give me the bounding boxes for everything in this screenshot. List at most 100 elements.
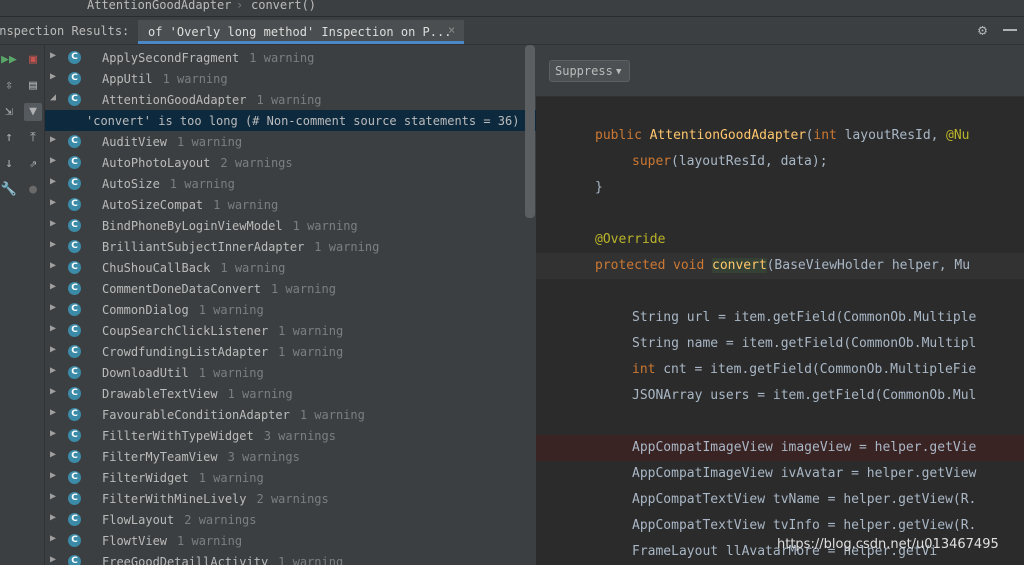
tree-row[interactable]: ▶ C FlowLayout 2 warnings (45, 509, 536, 530)
tree-row[interactable]: ◢ C AttentionGoodAdapter 1 warning (45, 89, 536, 110)
chevron-right-icon[interactable]: ▶ (50, 344, 56, 355)
code-line: public AttentionGoodAdapter(int layoutRe… (536, 123, 1024, 149)
warning-count: 1 warning (278, 324, 344, 338)
chevron-right-icon[interactable]: ▶ (50, 365, 56, 376)
problem-preview-panel: Suppress ▼ public AttentionGoodAdapter(i… (536, 45, 1024, 565)
chevron-right-icon[interactable]: ▶ (50, 491, 56, 502)
tree-row[interactable]: ▶ C CommonDialog 1 warning (45, 299, 536, 320)
tree-item-label: FlowLayout 2 warnings (102, 513, 257, 527)
chevron-right-icon[interactable]: ▶ (50, 428, 56, 439)
chevron-right-icon[interactable]: ▶ (50, 302, 56, 313)
tree-item-label: CoupSearchClickListener 1 warning (102, 324, 343, 338)
filter-icon[interactable]: ▼ (24, 103, 42, 121)
class-icon: C (68, 429, 81, 442)
tree-row[interactable]: ▶ C BindPhoneByLoginViewModel 1 warning (45, 215, 536, 236)
code-editor[interactable]: public AttentionGoodAdapter(int layoutRe… (536, 97, 1024, 565)
lightbulb-icon[interactable]: ● (24, 181, 42, 199)
tree-row[interactable]: ▶ C FavourableConditionAdapter 1 warning (45, 404, 536, 425)
rerun-icon[interactable]: ▶▶ (0, 51, 18, 69)
minimize-icon[interactable] (1003, 29, 1017, 31)
tree-item-label: FreeGoodDetaillActivity 1 warning (102, 555, 343, 565)
tree-item-label: AutoSize 1 warning (102, 177, 235, 191)
class-name: FreeGoodDetaillActivity (102, 555, 269, 565)
toolwindow-title: Inspection Results: (0, 24, 130, 38)
tree-item-label: FilterWithMineLively 2 warnings (102, 492, 329, 506)
chevron-right-icon[interactable]: ▶ (50, 512, 56, 523)
tree-row[interactable]: ▶ C AuditView 1 warning (45, 131, 536, 152)
code-line: AppCompatImageView imageView = helper.ge… (536, 435, 1024, 461)
class-name: AppUtil (102, 72, 153, 86)
tree-row[interactable]: ▶ C FilterWithMineLively 2 warnings (45, 488, 536, 509)
chevron-down-icon[interactable]: ◢ (50, 92, 56, 103)
tree-scrollbar[interactable] (525, 45, 535, 218)
collapse-all-icon[interactable]: ⇲ (0, 103, 18, 121)
tab-inspection-results[interactable]: of 'Overly long method' Inspection on P.… (138, 20, 464, 44)
code-line: AppCompatTextView tvName = helper.getVie… (536, 487, 1024, 513)
chevron-right-icon[interactable]: ▶ (50, 386, 56, 397)
chevron-right-icon[interactable]: ▶ (50, 260, 56, 271)
stop-export-icon[interactable]: ▣ (24, 51, 42, 69)
tree-row[interactable]: ▶ C AutoPhotoLayout 2 warnings (45, 152, 536, 173)
tree-row[interactable]: ▶ C CommentDoneDataConvert 1 warning (45, 278, 536, 299)
chevron-right-icon[interactable]: ▶ (50, 71, 56, 82)
tree-item-label: AppUtil 1 warning (102, 72, 228, 86)
tree-row[interactable]: ▶ C BrilliantSubjectInnerAdapter 1 warning (45, 236, 536, 257)
chevron-down-icon: ▼ (616, 67, 622, 77)
chevron-right-icon[interactable]: ▶ (50, 554, 56, 565)
tree-item-label: AuditView 1 warning (102, 135, 242, 149)
class-name: DrawableTextView (102, 387, 218, 401)
tree-row[interactable]: ▶ C CoupSearchClickListener 1 warning (45, 320, 536, 341)
chevron-right-icon[interactable]: ▶ (50, 155, 56, 166)
breadcrumb-item-class[interactable]: AttentionGoodAdapter (87, 0, 232, 11)
warning-count: 1 warning (198, 366, 264, 380)
tree-row[interactable]: ▶ C ChuShouCallBack 1 warning (45, 257, 536, 278)
breadcrumb-item-method[interactable]: convert() (251, 0, 316, 11)
class-name: FlowtView (102, 534, 168, 548)
chevron-right-icon[interactable]: ▶ (50, 218, 56, 229)
tree-row[interactable]: ▶ C ApplySecondFragment 1 warning (45, 47, 536, 68)
tree-row[interactable]: ▶ C CrowdfundingListAdapter 1 warning (45, 341, 536, 362)
tree-item-label: BrilliantSubjectInnerAdapter 1 warning (102, 240, 379, 254)
tree-row[interactable]: ▶ C AppUtil 1 warning (45, 68, 536, 89)
chevron-right-icon[interactable]: ▶ (50, 239, 56, 250)
chevron-right-icon[interactable]: ▶ (50, 407, 56, 418)
class-name: DownloadUtil (102, 366, 189, 380)
gear-icon[interactable]: ⚙ (978, 22, 994, 38)
tree-row-problem[interactable]: 'convert' is too long (# Non-comment sou… (45, 110, 536, 131)
tree-row[interactable]: ▶ C FilterWidget 1 warning (45, 467, 536, 488)
chevron-right-icon[interactable]: ▶ (50, 533, 56, 544)
chevron-right-icon[interactable]: ▶ (50, 281, 56, 292)
tree-row[interactable]: ▶ C DownloadUtil 1 warning (45, 362, 536, 383)
next-problem-icon[interactable]: ↓ (0, 155, 18, 173)
chevron-right-icon[interactable]: ▶ (50, 323, 56, 334)
code-token: String name = item.getField(CommonOb.Mul… (632, 336, 977, 351)
warning-count: 3 warnings (227, 450, 300, 464)
wrench-icon[interactable]: 🔧 (0, 181, 18, 199)
chevron-right-icon[interactable]: ▶ (50, 197, 56, 208)
tree-row[interactable]: ▶ C FreeGoodDetaillActivity 1 warning (45, 551, 536, 565)
autoscroll-to-source-icon[interactable]: ⤒ (24, 129, 42, 147)
group-by-icon[interactable]: ▤ (24, 77, 42, 95)
chevron-right-icon[interactable]: ▶ (50, 176, 56, 187)
tree-item-label: ChuShouCallBack 1 warning (102, 261, 285, 275)
suppress-dropdown[interactable]: Suppress ▼ (549, 60, 630, 82)
chevron-right-icon[interactable]: ▶ (50, 449, 56, 460)
export-icon[interactable]: ⇗ (24, 155, 42, 173)
code-token: (layoutResId, data); (671, 154, 828, 169)
chevron-right-icon[interactable]: ▶ (50, 50, 56, 61)
close-icon[interactable]: × (448, 23, 455, 37)
warning-count: 1 warning (177, 135, 243, 149)
tree-row[interactable]: ▶ C AutoSizeCompat 1 warning (45, 194, 536, 215)
chevron-right-icon[interactable]: ▶ (50, 470, 56, 481)
tree-row[interactable]: ▶ C AutoSize 1 warning (45, 173, 536, 194)
warning-count: 1 warning (227, 387, 293, 401)
tree-row[interactable]: ▶ C FlowtView 1 warning (45, 530, 536, 551)
tree-row[interactable]: ▶ C FilterMyTeamView 3 warnings (45, 446, 536, 467)
tree-row[interactable]: ▶ C DrawableTextView 1 warning (45, 383, 536, 404)
chevron-right-icon[interactable]: ▶ (50, 134, 56, 145)
tree-row[interactable]: ▶ C FillterWithTypeWidget 3 warnings (45, 425, 536, 446)
expand-all-icon[interactable]: ⇳ (0, 77, 18, 95)
previous-problem-icon[interactable]: ↑ (0, 129, 18, 147)
warning-count: 1 warning (169, 177, 235, 191)
